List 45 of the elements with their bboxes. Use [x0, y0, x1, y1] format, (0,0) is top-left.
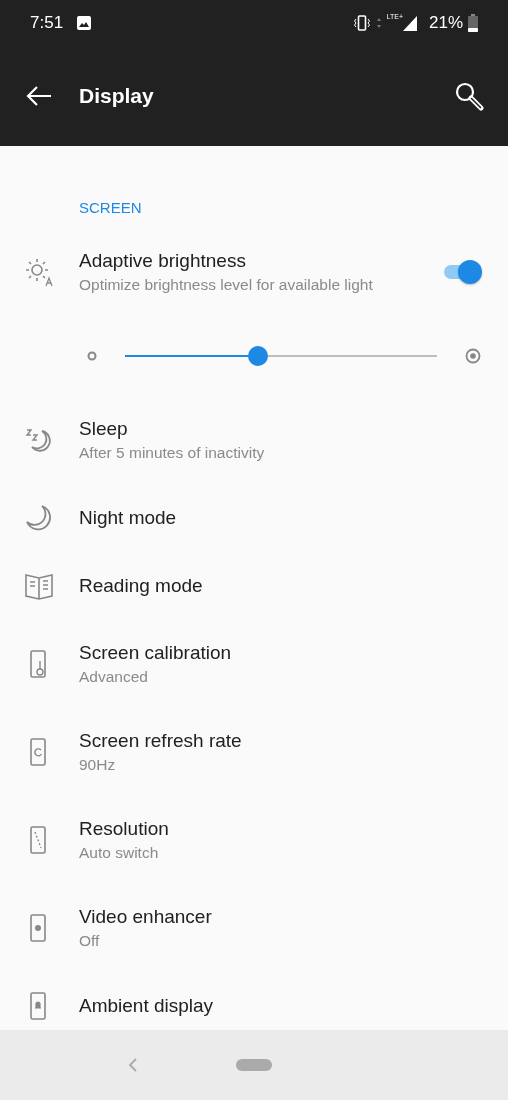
section-header: SCREEN: [79, 199, 142, 216]
status-time: 7:51: [30, 13, 64, 33]
item-title: Adaptive brightness: [79, 250, 247, 272]
settings-item[interactable]: Resolution Auto switch: [0, 796, 508, 884]
data-arrows-icon: [375, 17, 382, 29]
refresh-phone-icon: [28, 737, 49, 767]
back-nav-icon[interactable]: [128, 1057, 138, 1073]
item-title: Screen refresh rate: [79, 730, 243, 752]
item-title: Ambient display: [79, 995, 215, 1017]
page-title: Display: [79, 84, 154, 108]
item-subtitle: Advanced: [79, 668, 149, 686]
settings-item[interactable]: Screen refresh rate 90Hz: [0, 708, 508, 796]
settings-item[interactable]: Reading mode: [0, 552, 508, 620]
settings-item[interactable]: Ambient display: [0, 972, 508, 1030]
item-title: Reading mode: [79, 575, 204, 597]
battery-icon: [468, 14, 478, 32]
brightness-icon: [23, 257, 54, 287]
bell-phone-icon: [28, 991, 49, 1021]
item-title: Screen calibration: [79, 642, 233, 664]
item-title: Video enhancer: [79, 906, 213, 928]
thermometer-phone-icon: [28, 649, 49, 679]
item-subtitle: Optimize brightness level for available light: [79, 276, 374, 294]
item-subtitle: Off: [79, 932, 101, 950]
settings-item[interactable]: Screen calibration Advanced: [0, 620, 508, 708]
signal-icon: [401, 14, 418, 32]
item-subtitle: Auto switch: [79, 844, 160, 862]
item-subtitle: After 5 minutes of inactivity: [79, 444, 266, 462]
dim-brightness-icon: [87, 351, 97, 361]
bright-brightness-icon: [465, 348, 481, 364]
item-title: Resolution: [79, 818, 170, 840]
image-icon: [76, 15, 93, 31]
vibrate-icon: [352, 14, 371, 32]
slider-thumb[interactable]: [247, 346, 268, 366]
moon-icon: [23, 503, 54, 533]
item-title: Night mode: [79, 507, 178, 529]
item-subtitle: 90Hz: [79, 756, 117, 774]
book-icon: [23, 572, 54, 600]
settings-item[interactable]: Night mode: [0, 484, 508, 552]
battery-percent: 21%: [428, 13, 463, 33]
settings-item[interactable]: Adaptive brightness Optimize brightness level for available light: [0, 228, 508, 316]
resolution-phone-icon: [28, 825, 49, 855]
home-pill[interactable]: [236, 1059, 272, 1071]
settings-item[interactable]: Video enhancer Off: [0, 884, 508, 972]
settings-item[interactable]: Sleep After 5 minutes of inactivity: [0, 396, 508, 484]
item-title: Sleep: [79, 418, 129, 440]
